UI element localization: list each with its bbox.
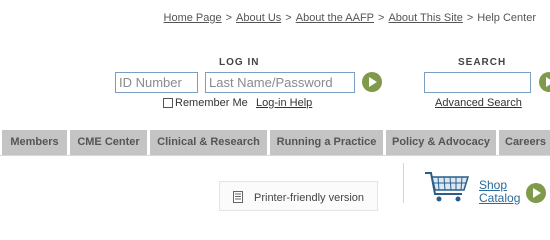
breadcrumb-about-aafp[interactable]: About the AAFP <box>296 12 374 24</box>
advanced-search-link[interactable]: Advanced Search <box>435 97 522 109</box>
remember-me-label: Remember Me <box>175 97 248 109</box>
document-icon <box>233 191 243 203</box>
tab-running-practice[interactable]: Running a Practice <box>270 130 383 155</box>
arrow-right-icon <box>369 77 377 87</box>
breadcrumb: Home Page > About Us > About the AAFP > About … <box>164 12 536 24</box>
search-heading: SEARCH <box>458 57 507 68</box>
shop-catalog-link[interactable]: Shop Catalog <box>479 179 523 205</box>
printer-friendly-box[interactable]: Printer-friendly version <box>219 181 378 211</box>
remember-me[interactable]: Remember Me <box>163 97 248 109</box>
main-nav: Members CME Center Clinical & Research R… <box>0 130 550 155</box>
search-go-button[interactable] <box>539 72 550 92</box>
login-go-button[interactable] <box>362 72 382 92</box>
column-divider <box>403 163 404 203</box>
breadcrumb-about-site[interactable]: About This Site <box>388 12 462 24</box>
remember-me-checkbox[interactable] <box>163 98 173 108</box>
login-heading: LOG IN <box>219 57 260 68</box>
printer-friendly-label: Printer-friendly version <box>254 192 365 204</box>
tab-cme-center[interactable]: CME Center <box>70 130 147 155</box>
shop-go-button[interactable] <box>526 183 546 203</box>
arrow-right-icon <box>533 188 541 198</box>
password-input[interactable] <box>205 72 355 93</box>
arrow-right-icon <box>546 77 550 87</box>
nav-divider <box>0 155 550 156</box>
tab-clinical-research[interactable]: Clinical & Research <box>150 130 267 155</box>
tab-careers[interactable]: Careers <box>499 130 550 155</box>
shopping-cart-icon[interactable] <box>424 170 470 202</box>
tab-policy-advocacy[interactable]: Policy & Advocacy <box>386 130 496 155</box>
id-number-input[interactable] <box>115 72 198 93</box>
login-help-link[interactable]: Log-in Help <box>256 97 312 109</box>
breadcrumb-separator: > <box>378 12 385 24</box>
breadcrumb-about-us[interactable]: About Us <box>236 12 281 24</box>
breadcrumb-home[interactable]: Home Page <box>164 12 222 24</box>
search-input[interactable] <box>424 72 531 93</box>
breadcrumb-current: Help Center <box>477 12 536 24</box>
breadcrumb-separator: > <box>225 12 233 24</box>
breadcrumb-separator: > <box>285 12 292 24</box>
breadcrumb-separator: > <box>466 12 474 24</box>
tab-members[interactable]: Members <box>2 130 67 155</box>
